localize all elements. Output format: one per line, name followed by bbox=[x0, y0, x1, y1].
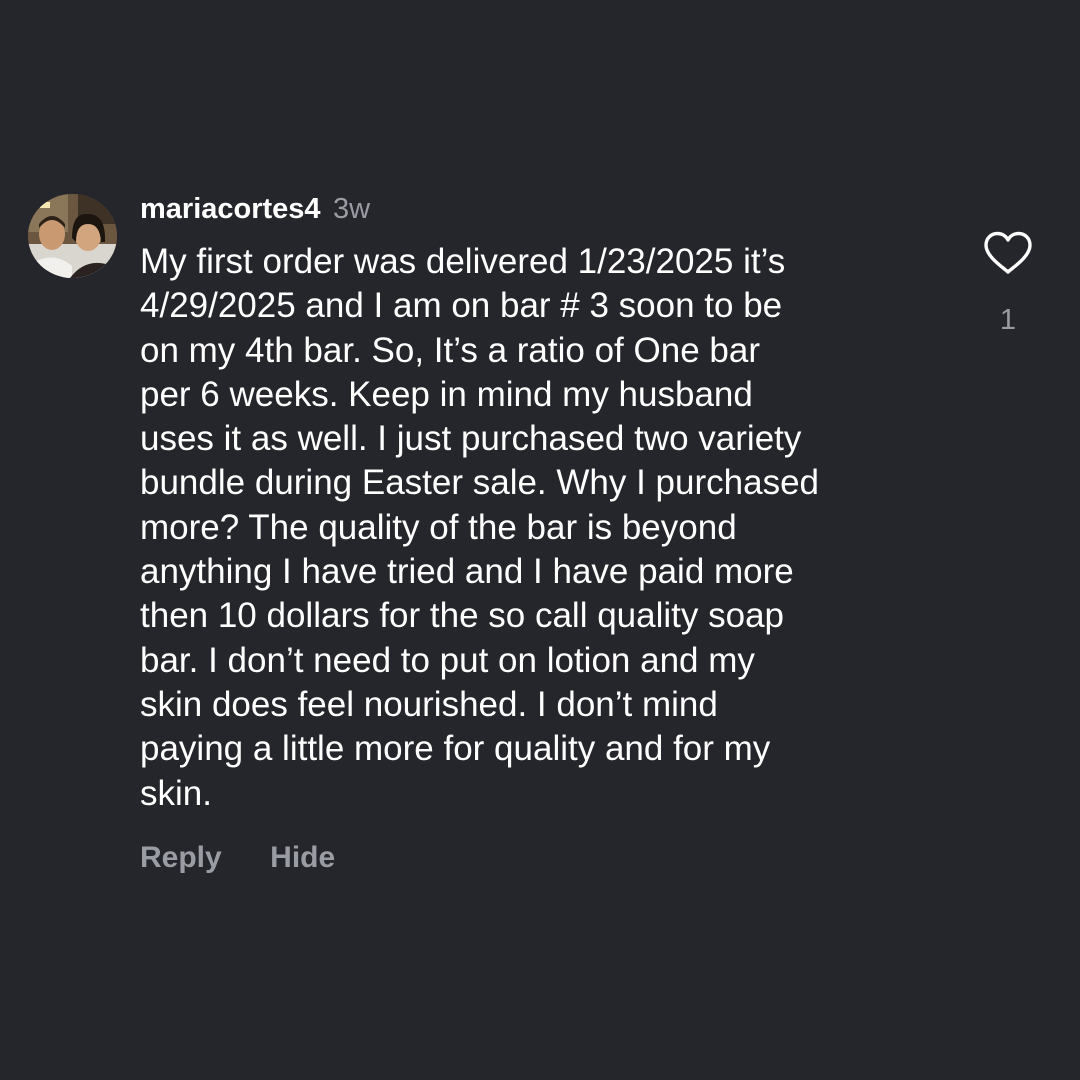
avatar[interactable] bbox=[28, 194, 117, 278]
username[interactable]: mariacortes4 bbox=[140, 193, 321, 225]
timestamp: 3w bbox=[333, 193, 371, 225]
comment-text: My first order was delivered 1/23/2025 i… bbox=[140, 242, 819, 813]
comment-item: mariacortes4 3w My first order was deliv… bbox=[0, 0, 1080, 1080]
reply-button[interactable]: Reply bbox=[140, 838, 222, 878]
comment-actions: Reply Hide bbox=[140, 838, 335, 878]
avatar-photo bbox=[28, 194, 117, 278]
comment-header: mariacortes4 3w bbox=[140, 190, 370, 228]
like-button[interactable] bbox=[982, 230, 1034, 276]
heart-outline-icon bbox=[984, 231, 1032, 274]
hide-button[interactable]: Hide bbox=[270, 838, 335, 878]
like-count: 1 bbox=[999, 304, 1017, 336]
